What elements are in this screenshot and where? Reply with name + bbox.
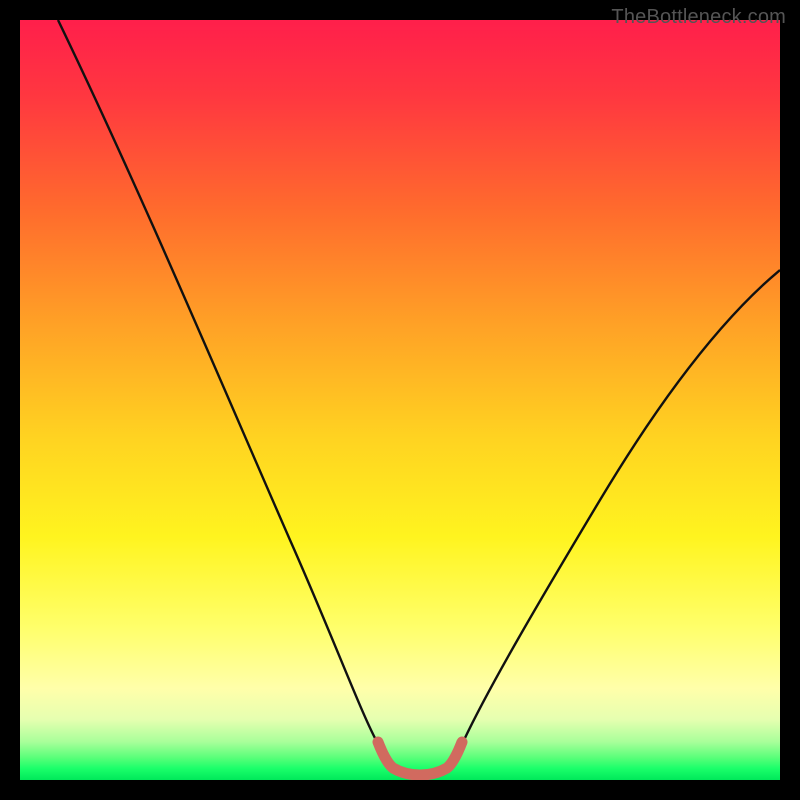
chart-container: TheBottleneck.com [0, 0, 800, 800]
bottleneck-curve [58, 20, 780, 773]
attribution-label: TheBottleneck.com [611, 6, 786, 29]
curve-layer [20, 20, 780, 780]
optimal-range-highlight [378, 742, 462, 775]
plot-area [20, 20, 780, 780]
